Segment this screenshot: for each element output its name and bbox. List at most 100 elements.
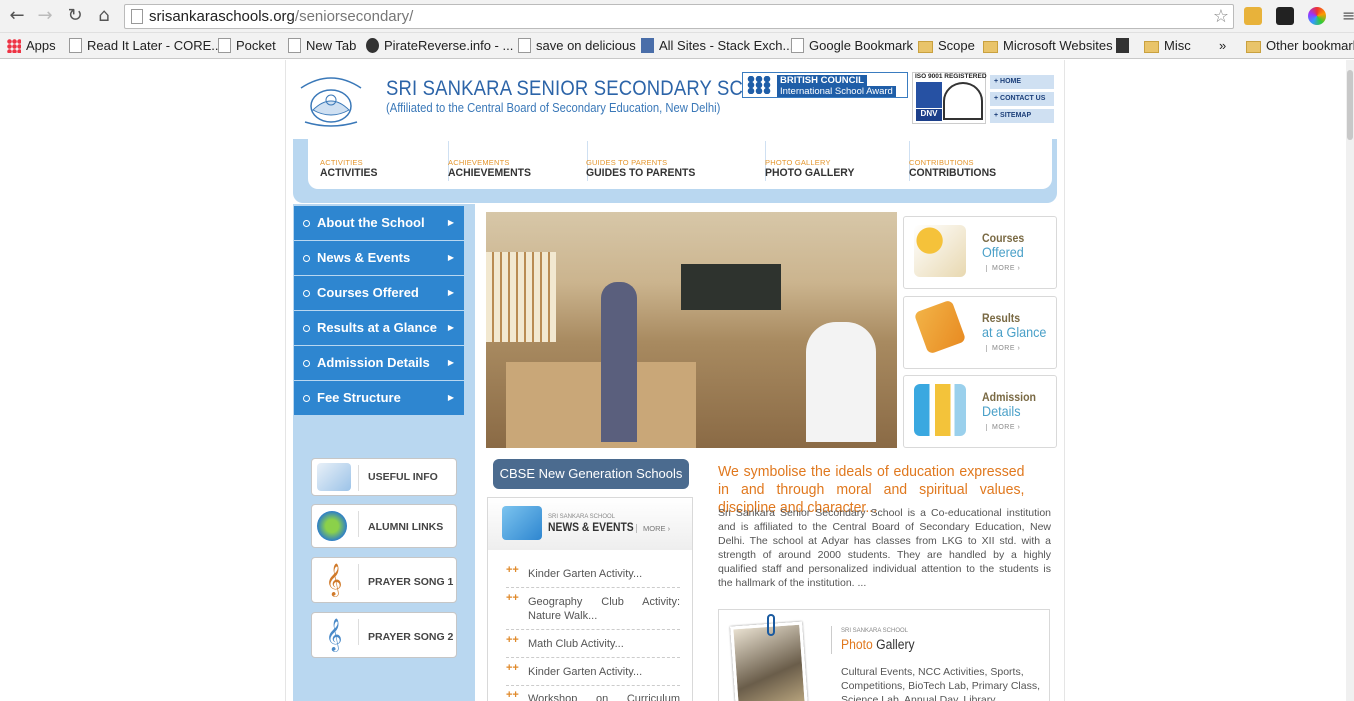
arrow-right-icon: ▶ xyxy=(447,358,454,367)
news-item[interactable]: ++ Workshop on Curriculum xyxy=(506,689,680,701)
bookmark-other[interactable]: Other bookmarks xyxy=(1246,37,1354,55)
bullet-icon xyxy=(303,255,310,262)
browser-toolbar: ← → ↻ ⌂ srisankaraschools.org/seniorseco… xyxy=(0,0,1354,33)
photo-student xyxy=(806,322,876,442)
side-menu-courses[interactable]: Courses Offered ▶ xyxy=(294,276,464,311)
bullet-icon xyxy=(303,220,310,227)
bookmark-apps[interactable]: Apps xyxy=(7,37,56,55)
contact-us-link[interactable]: + CONTACT US xyxy=(990,92,1054,106)
bookmark-microsoft[interactable]: Microsoft Websites xyxy=(983,37,1113,55)
card-title: Admission xyxy=(982,390,1036,404)
nav-activities[interactable]: ACTIVITIES ACTIVITIES xyxy=(320,158,381,179)
bullet-icon xyxy=(303,325,310,332)
page-scrollbar[interactable] xyxy=(1346,60,1354,701)
page-icon xyxy=(131,9,143,24)
nav-achievements[interactable]: ACHIEVEMENTS ACHIEVEMENTS xyxy=(448,158,535,179)
prayer-song-2-button[interactable]: 𝄞 PRAYER SONG 2 xyxy=(311,612,457,658)
back-icon[interactable]: ← xyxy=(6,5,28,27)
forward-icon[interactable]: → xyxy=(34,5,56,27)
divider xyxy=(831,626,832,654)
bookmark-read-it-later[interactable]: Read It Later - CORE... xyxy=(69,37,222,55)
stackexchange-icon xyxy=(641,38,654,53)
photo-blackboard xyxy=(681,264,781,310)
british-council-logo-icon xyxy=(747,76,771,94)
url-text[interactable]: srisankaraschools.org/seniorsecondary/ xyxy=(149,8,413,25)
news-title: NEWS & EVENTS xyxy=(548,522,634,534)
treble-clef-icon: 𝄞 xyxy=(317,619,351,651)
news-item[interactable]: ++ Geography Club Activity: Nature Walk..… xyxy=(506,592,680,630)
bookmark-save-on-delicious[interactable]: save on delicious xyxy=(518,37,636,55)
gallery-kicker: SRI SANKARA SCHOOL xyxy=(841,628,909,634)
globe-icon xyxy=(317,511,347,541)
nav-photo-gallery[interactable]: PHOTO GALLERY PHOTO GALLERY xyxy=(765,158,859,179)
side-menu-admission[interactable]: Admission Details ▶ xyxy=(294,346,464,381)
pirate-icon xyxy=(366,38,379,53)
useful-info-button[interactable]: USEFUL INFO xyxy=(311,458,457,496)
side-menu-news[interactable]: News & Events ▶ xyxy=(294,241,464,276)
side-menu-fee[interactable]: Fee Structure ▶ xyxy=(294,381,464,416)
color-picker-icon[interactable] xyxy=(1308,7,1326,25)
gallery-title: Photo Gallery xyxy=(841,637,915,652)
school-affiliation: (Affiliated to the Central Board of Seco… xyxy=(386,101,721,115)
page-icon xyxy=(791,38,804,53)
arrow-right-icon: ▶ xyxy=(447,323,454,332)
school-logo[interactable] xyxy=(295,70,367,128)
folder-icon xyxy=(983,41,998,53)
sitemap-link[interactable]: + SITEMAP xyxy=(990,109,1054,123)
more-link[interactable]: MORE › xyxy=(986,265,1020,272)
extension-icon[interactable] xyxy=(1276,7,1294,25)
news-kicker: SRI SANKARA SCHOOL xyxy=(548,514,616,520)
nav-guides-to-parents[interactable]: GUIDES TO PARENTS GUIDES TO PARENTS xyxy=(586,158,701,179)
more-link[interactable]: MORE › xyxy=(986,424,1020,431)
admission-card[interactable]: Admission Details MORE › xyxy=(903,375,1057,448)
plus-bullet-icon: ++ xyxy=(506,592,519,604)
more-link[interactable]: MORE › xyxy=(986,345,1020,352)
card-subtitle: Details xyxy=(982,403,1021,419)
bookmark-pen[interactable] xyxy=(1116,37,1134,55)
results-card[interactable]: Results at a Glance MORE › xyxy=(903,296,1057,369)
photo-gallery-box[interactable]: SRI SANKARA SCHOOL Photo Gallery Cultura… xyxy=(718,609,1050,701)
alumni-links-label: ALUMNI LINKS xyxy=(368,521,444,533)
home-icon[interactable]: ⌂ xyxy=(93,5,115,27)
extension-icon[interactable] xyxy=(1244,7,1262,25)
bookmarks-overflow[interactable]: » xyxy=(1219,37,1226,55)
courses-offered-card[interactable]: Courses Offered MORE › xyxy=(903,216,1057,289)
alumni-links-button[interactable]: ALUMNI LINKS xyxy=(311,504,457,548)
news-item[interactable]: ++ Math Club Activity... xyxy=(506,634,680,658)
cbse-new-generation-button[interactable]: CBSE New Generation Schools xyxy=(493,459,689,489)
news-more-link[interactable]: MORE › xyxy=(636,524,670,533)
bookmark-stack-exchange[interactable]: All Sites - Stack Exch... xyxy=(641,37,793,55)
side-menu-results[interactable]: Results at a Glance ▶ xyxy=(294,311,464,346)
paperclip-icon xyxy=(767,614,775,636)
bookmark-pocket[interactable]: Pocket xyxy=(218,37,276,55)
compass-icon xyxy=(317,463,351,491)
nav-contributions[interactable]: CONTRIBUTIONS CONTRIBUTIONS xyxy=(909,158,1001,179)
scrollbar-thumb[interactable] xyxy=(1347,70,1353,140)
bookmark-star-icon[interactable]: ☆ xyxy=(1213,6,1229,27)
home-link[interactable]: + HOME xyxy=(990,75,1054,89)
bookmark-scope[interactable]: Scope xyxy=(918,37,975,55)
prayer-song-1-button[interactable]: 𝄞 PRAYER SONG 1 xyxy=(311,557,457,603)
book-star-icon xyxy=(914,225,966,277)
news-events-box: SRI SANKARA SCHOOL NEWS & EVENTS MORE › … xyxy=(487,497,693,701)
school-name: SRI SANKARA SENIOR SECONDARY SCHOOL xyxy=(386,77,797,100)
reload-icon[interactable]: ↻ xyxy=(64,5,86,27)
address-bar[interactable]: srisankaraschools.org/seniorsecondary/ ☆ xyxy=(124,4,1234,29)
bookmark-google[interactable]: Google Bookmark xyxy=(791,37,913,55)
main-nav-inner: ACTIVITIES ACTIVITIES ACHIEVEMENTS ACHIEVE… xyxy=(308,139,1052,189)
prayer-song-2-label: PRAYER SONG 2 xyxy=(368,631,454,643)
bookmarks-bar: Apps Read It Later - CORE... Pocket New … xyxy=(0,33,1354,59)
news-item[interactable]: ++ Kinder Garten Activity... xyxy=(506,564,680,588)
news-header: SRI SANKARA SCHOOL NEWS & EVENTS MORE › xyxy=(488,498,692,550)
bookmark-misc[interactable]: Misc xyxy=(1144,37,1191,55)
news-item[interactable]: ++ Kinder Garten Activity... xyxy=(506,662,680,686)
british-council-badge[interactable]: BRITISH COUNCIL International School Awa… xyxy=(742,72,908,98)
bookmark-new-tab[interactable]: New Tab xyxy=(288,37,356,55)
iso-text: ISO 9001 REGISTERED xyxy=(915,73,987,80)
chart-icon xyxy=(914,384,966,436)
menu-icon[interactable]: ≡ xyxy=(1342,6,1354,25)
side-menu-about[interactable]: About the School ▶ xyxy=(294,206,464,241)
web-page: SRI SANKARA SENIOR SECONDARY SCHOOL (Aff… xyxy=(0,60,1354,701)
bookmark-piratereverse[interactable]: PirateReverse.info - ... xyxy=(366,37,513,55)
page-icon xyxy=(288,38,301,53)
